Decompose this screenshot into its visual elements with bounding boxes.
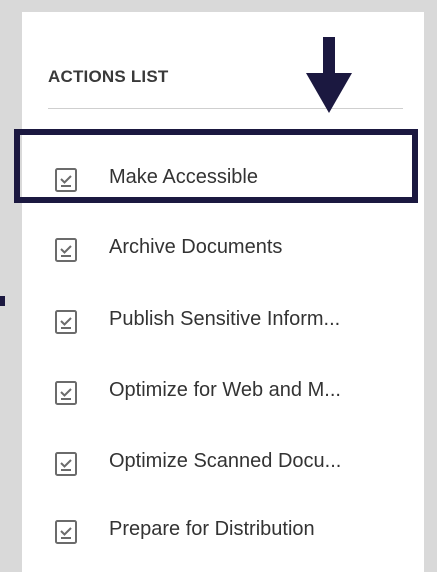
checklist-icon	[55, 452, 77, 476]
action-item-archive-documents[interactable]: Archive Documents	[22, 218, 424, 278]
checklist-icon	[55, 168, 77, 192]
action-item-optimize-web[interactable]: Optimize for Web and M...	[22, 361, 424, 421]
action-label: Optimize for Web and M...	[109, 379, 341, 401]
checklist-icon	[55, 310, 77, 334]
actions-panel: ACTIONS LIST Make Accessible Archive Doc…	[22, 12, 424, 572]
panel-title: ACTIONS LIST	[48, 67, 169, 86]
action-label: Publish Sensitive Inform...	[109, 308, 341, 330]
action-label: Optimize Scanned Docu...	[109, 450, 342, 472]
arrow-down-icon	[306, 37, 352, 113]
checklist-icon	[55, 238, 77, 262]
action-item-publish-sensitive[interactable]: Publish Sensitive Inform...	[22, 290, 424, 350]
checklist-icon	[55, 381, 77, 405]
action-item-prepare-distribution[interactable]: Prepare for Distribution	[22, 500, 424, 560]
side-marker	[0, 296, 5, 306]
action-label: Make Accessible	[109, 166, 258, 188]
action-label: Prepare for Distribution	[109, 518, 315, 540]
checklist-icon	[55, 520, 77, 544]
action-label: Archive Documents	[109, 236, 283, 258]
action-item-optimize-scanned[interactable]: Optimize Scanned Docu...	[22, 432, 424, 492]
action-item-make-accessible[interactable]: Make Accessible	[22, 148, 424, 208]
